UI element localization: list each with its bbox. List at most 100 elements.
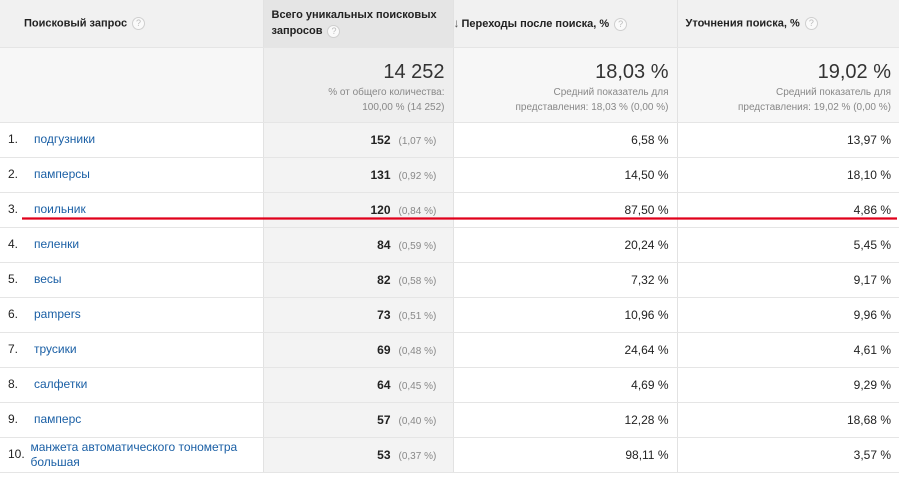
unique-searches-value: 53: [377, 447, 391, 462]
query-cell: 7. трусики: [0, 332, 264, 368]
refinements-cell: 3,57 %: [677, 437, 899, 473]
row-index: 3.: [8, 202, 19, 216]
col-header-unique-searches[interactable]: Всего уникальных поисковых запросов?: [263, 0, 454, 48]
row-index: 7.: [8, 342, 19, 356]
unique-searches-share: (0,37 %): [398, 450, 437, 462]
exits-cell: 4,69 %: [453, 367, 678, 403]
query-link[interactable]: памперсы: [34, 167, 90, 182]
query-link[interactable]: подгузники: [34, 132, 95, 147]
row-index: 9.: [8, 412, 19, 426]
summary-ref-total: 19,02 %: [817, 60, 891, 83]
table-row: 4. пеленки 84 (0,59 %) 20,24 % 5,45 %: [0, 227, 899, 263]
query-link[interactable]: пеленки: [34, 237, 79, 252]
unique-searches-value: 152: [370, 132, 391, 147]
unique-searches-value: 69: [377, 342, 391, 357]
unique-searches-value: 84: [377, 237, 391, 252]
unique-searches-cell: 69 (0,48 %): [263, 332, 454, 368]
header-row: Поисковый запрос? Всего уникальных поиск…: [0, 0, 899, 48]
query-cell: 8. салфетки: [0, 367, 264, 403]
row-index: 8.: [8, 377, 19, 391]
unique-searches-share: (0,59 %): [398, 240, 437, 252]
summary-unique-total: 14 252: [383, 60, 445, 83]
row-index: 2.: [8, 167, 19, 181]
exits-cell: 7,32 %: [453, 262, 678, 298]
unique-searches-cell: 120 (0,84 %): [263, 192, 454, 228]
unique-searches-share: (0,84 %): [398, 205, 437, 217]
unique-searches-value: 82: [377, 272, 391, 287]
unique-searches-share: (1,07 %): [398, 135, 437, 147]
sort-descending-icon[interactable]: ↓: [454, 16, 460, 30]
exits-cell: 10,96 %: [453, 297, 678, 333]
summary-refinements: 19,02 % Средний показатель для представл…: [677, 47, 899, 123]
col-header-query[interactable]: Поисковый запрос?: [0, 0, 264, 48]
refinements-cell: 13,97 %: [677, 122, 899, 158]
unique-searches-cell: 57 (0,40 %): [263, 402, 454, 438]
table-row: 1. подгузники 152 (1,07 %) 6,58 % 13,97 %: [0, 122, 899, 158]
unique-searches-cell: 53 (0,37 %): [263, 437, 454, 473]
unique-searches-cell: 152 (1,07 %): [263, 122, 454, 158]
refinements-cell: 4,61 %: [677, 332, 899, 368]
query-cell: 1. подгузники: [0, 122, 264, 158]
exits-cell: 24,64 %: [453, 332, 678, 368]
query-cell: 2. памперсы: [0, 157, 264, 193]
unique-searches-cell: 82 (0,58 %): [263, 262, 454, 298]
unique-searches-value: 131: [370, 167, 391, 182]
unique-searches-value: 57: [377, 412, 391, 427]
query-link[interactable]: манжета автоматического тонометра больша…: [30, 440, 254, 470]
exits-cell: 98,11 %: [453, 437, 678, 473]
query-link[interactable]: салфетки: [34, 377, 87, 392]
table-row: 8. салфетки 64 (0,45 %) 4,69 % 9,29 %: [0, 367, 899, 403]
unique-searches-value: 73: [377, 307, 391, 322]
unique-searches-share: (0,58 %): [398, 275, 437, 287]
unique-searches-value: 120: [370, 202, 391, 217]
unique-searches-share: (0,40 %): [398, 415, 437, 427]
exits-cell: 87,50 %: [453, 192, 678, 228]
help-icon[interactable]: ?: [804, 16, 818, 30]
unique-searches-share: (0,48 %): [398, 345, 437, 357]
refinements-cell: 9,96 %: [677, 297, 899, 333]
table-row: 6. pampers 73 (0,51 %) 10,96 % 9,96 %: [0, 297, 899, 333]
help-icon[interactable]: ?: [614, 17, 628, 31]
table-row: 9. памперс 57 (0,40 %) 12,28 % 18,68 %: [0, 402, 899, 438]
query-cell: 3. поильник: [0, 192, 264, 228]
table-row: 3. поильник 120 (0,84 %) 87,50 % 4,86 %: [0, 192, 899, 228]
unique-searches-cell: 84 (0,59 %): [263, 227, 454, 263]
unique-searches-cell: 73 (0,51 %): [263, 297, 454, 333]
unique-searches-share: (0,51 %): [398, 310, 437, 322]
query-link[interactable]: трусики: [34, 342, 77, 357]
unique-searches-share: (0,45 %): [398, 380, 437, 392]
table-row: 7. трусики 69 (0,48 %) 24,64 % 4,61 %: [0, 332, 899, 368]
summary-label-cell: [0, 47, 264, 123]
refinements-cell: 4,86 %: [677, 192, 899, 228]
query-link[interactable]: pampers: [34, 307, 81, 322]
help-icon[interactable]: ?: [327, 24, 341, 38]
table-row: 10. манжета автоматического тонометра бо…: [0, 437, 899, 473]
row-index: 5.: [8, 272, 19, 286]
col-header-exits[interactable]: ↓ Переходы после поиска, %?: [453, 0, 678, 48]
col-header-refinements[interactable]: Уточнения поиска, %?: [677, 0, 899, 48]
query-link[interactable]: памперс: [34, 412, 81, 427]
refinements-cell: 18,10 %: [677, 157, 899, 193]
unique-searches-share: (0,92 %): [398, 170, 437, 182]
table-row: 2. памперсы 131 (0,92 %) 14,50 % 18,10 %: [0, 157, 899, 193]
row-index: 1.: [8, 132, 19, 146]
query-cell: 4. пеленки: [0, 227, 264, 263]
summary-unique: 14 252 % от общего количества: 100,00 % …: [263, 47, 454, 123]
refinements-cell: 18,68 %: [677, 402, 899, 438]
query-cell: 5. весы: [0, 262, 264, 298]
unique-searches-value: 64: [377, 377, 391, 392]
row-index: 6.: [8, 307, 19, 321]
query-cell: 10. манжета автоматического тонометра бо…: [0, 437, 264, 473]
row-index: 10.: [8, 447, 25, 461]
summary-exits: 18,03 % Средний показатель для представл…: [453, 47, 678, 123]
exits-cell: 20,24 %: [453, 227, 678, 263]
query-link[interactable]: поильник: [34, 202, 86, 217]
exits-cell: 6,58 %: [453, 122, 678, 158]
help-icon[interactable]: ?: [132, 16, 146, 30]
refinements-cell: 5,45 %: [677, 227, 899, 263]
refinements-cell: 9,29 %: [677, 367, 899, 403]
query-link[interactable]: весы: [34, 272, 62, 287]
refinements-cell: 9,17 %: [677, 262, 899, 298]
query-cell: 9. памперс: [0, 402, 264, 438]
summary-exits-total: 18,03 %: [595, 60, 669, 83]
